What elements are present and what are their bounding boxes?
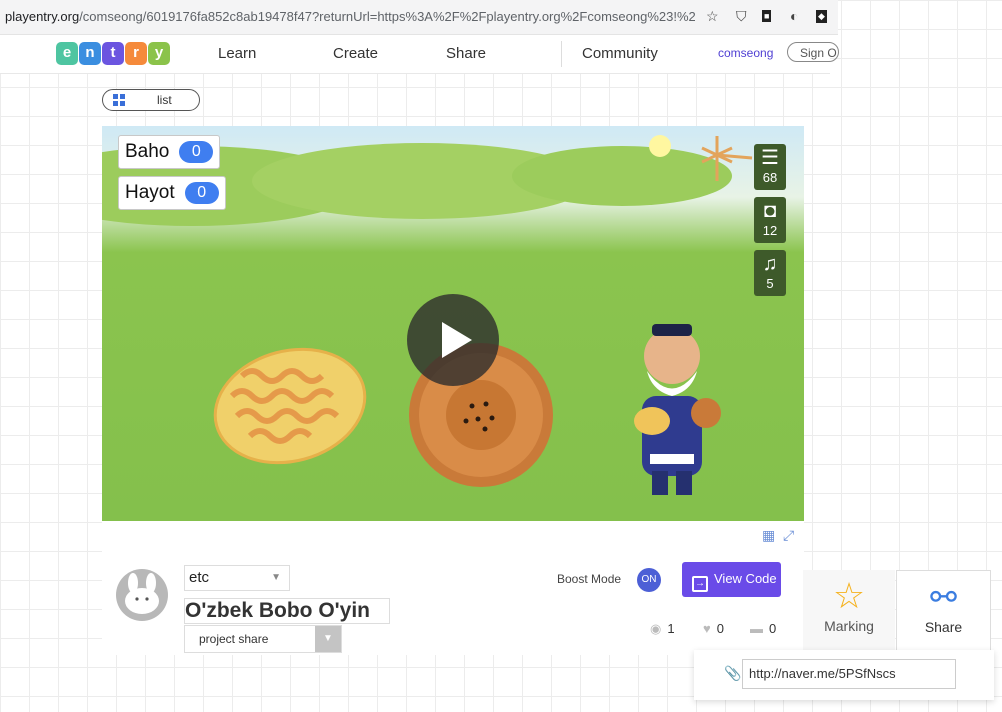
fullscreen-icon[interactable]: ⤢ <box>783 527 794 544</box>
view-code-label: View Code <box>714 571 777 586</box>
chevron-down-icon: ▼ <box>271 572 281 583</box>
comment-count[interactable]: ▬ 0 <box>750 621 776 636</box>
pocket-icon[interactable]: ⛉ <box>736 8 747 25</box>
list-label: list <box>157 93 172 107</box>
logo-letter: e <box>56 42 78 65</box>
share-tab[interactable]: ⚯ Share <box>896 570 991 650</box>
extension-icon[interactable]: ■ <box>762 10 772 22</box>
sounds-count: 5 <box>766 276 774 291</box>
chevron-down-icon: ▼ <box>315 626 341 652</box>
share-url-field[interactable]: http://naver.me/5PSfNscs <box>742 659 956 689</box>
boost-mode-label: Boost Mode <box>557 572 622 586</box>
marking-label: Marking <box>824 618 874 634</box>
grid-icon <box>113 94 125 106</box>
blocks-count-badge: ☰ 68 <box>754 144 786 190</box>
like-count[interactable]: ♥ 0 <box>703 621 724 636</box>
extension-icon[interactable]: ◐ <box>790 8 798 24</box>
stage-tools: ▦ ⤢ <box>102 521 804 550</box>
nav-community[interactable]: Community <box>582 45 658 62</box>
site-header: entry Learn Create Share Community comse… <box>0 35 839 74</box>
game-stage[interactable]: Baho 0 Hayot 0 ☰ 68 ◘ 12 ♫ 5 <box>102 126 804 521</box>
extension-icon[interactable]: ◆ <box>816 10 827 23</box>
shapes-count: 12 <box>762 223 778 238</box>
avatar[interactable] <box>116 569 168 621</box>
enter-icon: → <box>692 576 708 592</box>
sun <box>649 135 671 157</box>
variable-value: 0 <box>179 141 214 163</box>
boost-mode-toggle[interactable]: ON <box>637 568 661 592</box>
variable-baho: Baho 0 <box>118 135 221 169</box>
category-value: etc <box>189 569 210 586</box>
logo-letter: n <box>79 42 101 65</box>
variable-name: Baho <box>125 141 170 162</box>
share-option-value: project share <box>199 632 269 646</box>
view-code-button[interactable]: → View Code <box>682 562 781 597</box>
view-count-value: 1 <box>667 621 675 636</box>
blocks-icon: ☰ <box>761 147 779 169</box>
variable-value: 0 <box>184 182 219 204</box>
share-popup: 📎 http://naver.me/5PSfNscs <box>694 650 994 700</box>
comment-count-value: 0 <box>769 621 777 636</box>
url-path: /comseong/6019176fa852c8ab19478f47?retur… <box>79 9 695 24</box>
entry-logo[interactable]: entry <box>56 42 171 65</box>
url-host: playentry.org <box>5 9 80 24</box>
shapes-count-badge: ◘ 12 <box>754 197 786 243</box>
sounds-count-badge: ♫ 5 <box>754 250 786 296</box>
logo-letter: y <box>148 42 170 65</box>
variable-hayot: Hayot 0 <box>118 176 226 210</box>
hill <box>512 146 732 206</box>
heart-icon: ♥ <box>703 621 711 636</box>
shape-icon: ◘ <box>763 200 777 222</box>
nav-learn[interactable]: Learn <box>218 45 256 62</box>
share-label: Share <box>924 619 963 635</box>
character-grandpa <box>634 324 721 495</box>
project-title[interactable]: O'zbek Bobo O'yin <box>184 598 390 624</box>
nav-divider <box>561 41 562 67</box>
list-view-toggle[interactable]: list <box>102 89 200 111</box>
play-button[interactable] <box>407 294 499 386</box>
logo-letter: t <box>102 42 124 65</box>
signout-button[interactable]: Sign O <box>787 42 839 62</box>
browser-url-bar[interactable]: playentry.org/comseong/6019176fa852c8ab1… <box>0 0 838 35</box>
blocks-count: 68 <box>762 170 778 185</box>
music-note-icon: ♫ <box>762 253 778 275</box>
bread-patterned <box>213 347 367 465</box>
nav-share[interactable]: Share <box>446 45 486 62</box>
username-link[interactable]: comseong <box>718 46 773 60</box>
like-count-value: 0 <box>716 621 724 636</box>
comment-icon: ▬ <box>750 621 763 636</box>
star-icon: ☆ <box>832 575 866 616</box>
url-text[interactable]: playentry.org/comseong/6019176fa852c8ab1… <box>5 9 695 24</box>
project-info: etc ▼ O'zbek Bobo O'yin project share ▼ … <box>102 549 804 655</box>
category-select[interactable]: etc ▼ <box>184 565 290 591</box>
marking-tab[interactable]: ☆ Marking <box>803 570 895 650</box>
paperclip-icon: 📎 <box>724 665 742 681</box>
logo-letter: r <box>125 42 147 65</box>
star-icon[interactable]: ☆ <box>706 8 719 25</box>
view-count: ◉ 1 <box>650 621 675 637</box>
share-icon: ⚯ <box>930 579 957 615</box>
variable-name: Hayot <box>125 182 175 203</box>
eye-icon: ◉ <box>650 621 662 636</box>
grid-toggle-icon[interactable]: ▦ <box>762 527 775 544</box>
nav-create[interactable]: Create <box>333 45 378 62</box>
share-option-select[interactable]: project share ▼ <box>184 625 342 653</box>
